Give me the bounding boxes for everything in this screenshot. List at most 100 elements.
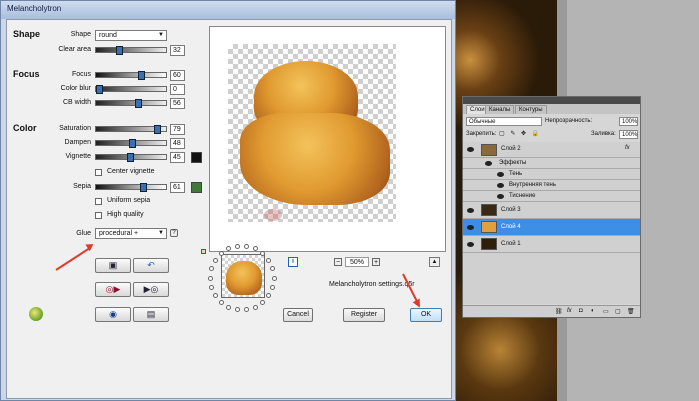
- slider-thumb[interactable]: [140, 183, 147, 192]
- eye-icon[interactable]: [467, 147, 474, 152]
- eye-icon[interactable]: [497, 172, 504, 177]
- effect-row[interactable]: Тиснение: [463, 191, 640, 202]
- clear-area-slider[interactable]: [95, 46, 167, 55]
- opacity-input[interactable]: 100%: [619, 117, 638, 126]
- focus-label: Focus: [71, 71, 91, 78]
- eye-icon[interactable]: [467, 225, 474, 230]
- uniform-sepia-label: Uniform sepia: [107, 197, 151, 204]
- vignette-slider[interactable]: [95, 153, 167, 162]
- clear-area-input[interactable]: 32: [170, 45, 185, 56]
- eye-icon[interactable]: [467, 242, 474, 247]
- zoom-in-button[interactable]: +: [372, 258, 380, 266]
- fill-input[interactable]: 100%: [619, 130, 638, 139]
- cb-width-input[interactable]: 56: [170, 98, 185, 109]
- zoom-out-button[interactable]: −: [334, 258, 342, 266]
- slider-thumb[interactable]: [116, 46, 123, 55]
- vignette-input[interactable]: 45: [170, 152, 185, 163]
- layer-row[interactable]: Слой 2 fx: [463, 142, 640, 158]
- randomize-button[interactable]: ▣: [95, 258, 131, 273]
- mask-icon[interactable]: ◘: [579, 308, 583, 314]
- undo-button[interactable]: ↶: [133, 258, 169, 273]
- eye-icon[interactable]: [497, 194, 504, 199]
- panel-titlebar[interactable]: [463, 97, 640, 104]
- register-button[interactable]: Register: [343, 308, 385, 322]
- info-button[interactable]: i: [288, 257, 298, 267]
- ring-dot: [266, 292, 272, 298]
- eye-icon[interactable]: [485, 161, 492, 166]
- cancel-button[interactable]: Cancel: [283, 308, 313, 322]
- ok-button[interactable]: OK: [410, 308, 442, 322]
- layer-thumbnail: [481, 221, 497, 233]
- dampen-label: Dampen: [64, 139, 91, 146]
- play-forward-button[interactable]: ◎▶: [95, 282, 131, 297]
- cb-width-label: CB width: [62, 99, 91, 106]
- shape-label: Shape: [70, 31, 91, 38]
- color-blur-input[interactable]: 0: [170, 84, 185, 95]
- ring-dot: [234, 307, 240, 313]
- focus-slider[interactable]: [95, 71, 167, 80]
- slider-thumb[interactable]: [154, 125, 161, 134]
- effect-row[interactable]: Тень: [463, 169, 640, 180]
- ring-dot: [270, 284, 276, 290]
- layers-panel: Слои Каналы Контуры Обычные Непрозрачнос…: [462, 96, 641, 318]
- eye-icon[interactable]: [497, 183, 504, 188]
- link-icon[interactable]: ⛓: [555, 308, 563, 315]
- dampen-slider[interactable]: [95, 139, 167, 148]
- cb-width-slider[interactable]: [95, 99, 167, 108]
- new-layer-icon[interactable]: ▢: [615, 308, 621, 315]
- high-quality-label: High quality: [107, 211, 144, 218]
- center-vignette-label: Center vignette: [107, 168, 155, 175]
- tab-channels[interactable]: Каналы: [485, 105, 515, 114]
- shape-select-value: round: [99, 32, 117, 39]
- effects-row[interactable]: Эффекты: [463, 158, 640, 169]
- play-back-button[interactable]: ▶◎: [133, 282, 169, 297]
- thumbnail-preview[interactable]: [221, 254, 265, 298]
- vignette-color-swatch[interactable]: [191, 152, 202, 163]
- save-preset-button[interactable]: ▤: [133, 307, 169, 322]
- saturation-slider[interactable]: [95, 125, 167, 134]
- slider-thumb[interactable]: [127, 153, 134, 162]
- ring-dot: [212, 258, 218, 264]
- sepia-slider[interactable]: [95, 183, 167, 192]
- center-vignette-checkbox[interactable]: [95, 169, 102, 176]
- thumbnail-image: [226, 261, 262, 295]
- glue-help-button[interactable]: ?: [170, 229, 178, 237]
- trash-icon[interactable]: 🗑: [627, 308, 635, 315]
- layer-row[interactable]: Слой 3: [463, 202, 640, 219]
- shape-select[interactable]: round ▼: [95, 30, 167, 41]
- sepia-color-swatch[interactable]: [191, 182, 202, 193]
- lock-icons[interactable]: ▢ ✎ ✥ 🔒: [499, 130, 541, 137]
- color-blur-slider[interactable]: [95, 85, 167, 94]
- ring-dot: [244, 307, 250, 313]
- glue-label: Glue: [76, 230, 91, 237]
- folder-icon[interactable]: ▭: [603, 308, 609, 315]
- layer-name: Слой 3: [501, 207, 521, 213]
- uniform-sepia-checkbox[interactable]: [95, 198, 102, 205]
- focus-input[interactable]: 60: [170, 70, 185, 81]
- eye-icon[interactable]: [467, 208, 474, 213]
- dampen-input[interactable]: 48: [170, 138, 185, 149]
- effect-row[interactable]: Внутренняя тень: [463, 180, 640, 191]
- high-quality-checkbox[interactable]: [95, 212, 102, 219]
- saturation-input[interactable]: 79: [170, 124, 185, 135]
- adjustment-icon[interactable]: ◐: [591, 308, 595, 314]
- tab-paths[interactable]: Контуры: [515, 105, 547, 114]
- layer-row[interactable]: Слой 1: [463, 236, 640, 253]
- ring-dot: [207, 275, 213, 281]
- record-button[interactable]: ◉: [95, 307, 131, 322]
- slider-thumb[interactable]: [129, 139, 136, 148]
- slider-thumb[interactable]: [96, 85, 103, 94]
- layer-row-selected[interactable]: Слой 4: [463, 219, 640, 236]
- slider-thumb[interactable]: [135, 99, 142, 108]
- preview-area[interactable]: [209, 26, 446, 252]
- fx-menu-icon[interactable]: fx: [567, 308, 572, 314]
- preview-blot: [264, 209, 282, 221]
- ring-dot: [234, 243, 240, 249]
- collapse-button[interactable]: ▲: [429, 257, 440, 267]
- slider-thumb[interactable]: [138, 71, 145, 80]
- sepia-input[interactable]: 61: [170, 182, 185, 193]
- glue-select[interactable]: procedural + ▼: [95, 228, 167, 239]
- blend-mode-select[interactable]: Обычные: [466, 117, 542, 126]
- layer-thumbnail: [481, 204, 497, 216]
- play-back-icon: ▶◎: [143, 284, 159, 294]
